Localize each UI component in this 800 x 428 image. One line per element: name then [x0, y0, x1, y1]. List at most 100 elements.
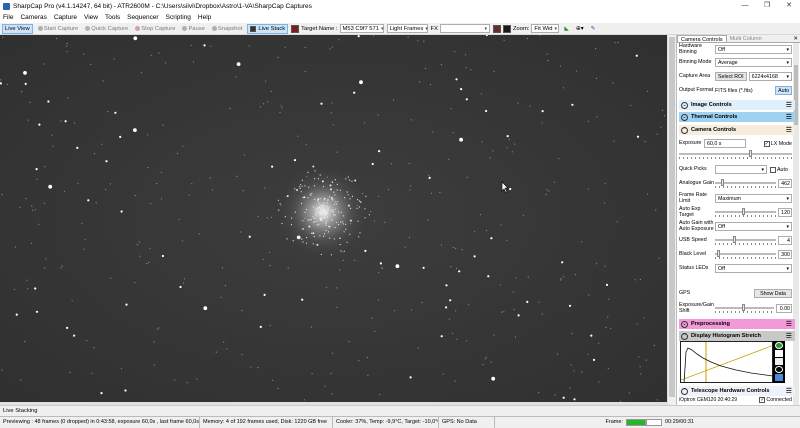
cluster-star	[308, 225, 311, 228]
star	[658, 257, 660, 259]
live-view-button[interactable]: Live View	[2, 23, 33, 34]
menu-cameras[interactable]: Cameras	[20, 14, 46, 21]
cluster-star	[357, 199, 359, 201]
target-name-input[interactable]: M53 C9f7 571 ▾	[339, 24, 384, 33]
stop-capture-button[interactable]: Stop Capture	[133, 24, 177, 34]
pause-button[interactable]: Pause	[180, 24, 206, 34]
capture-area-select[interactable]: 6224x4168 ▾	[748, 72, 792, 81]
slider-knob[interactable]	[742, 208, 746, 215]
menu-help[interactable]: Help	[198, 14, 211, 21]
select-roi-button[interactable]: Select ROI	[715, 72, 747, 81]
histogram-icon[interactable]: ◣	[562, 24, 570, 34]
menu-icon[interactable]: ☰	[786, 113, 792, 121]
star	[605, 283, 609, 286]
star	[43, 202, 46, 204]
move-icon[interactable]	[775, 358, 783, 365]
histogram-display[interactable]	[680, 341, 773, 383]
status-leds-select[interactable]: Off ▾	[715, 264, 792, 273]
frame-rate-select[interactable]: Maximum ▾	[715, 194, 792, 203]
snapshot-button[interactable]: Snapshot	[210, 24, 245, 34]
save-icon[interactable]	[775, 374, 783, 381]
menu-view[interactable]: View	[84, 14, 98, 21]
black-level-value[interactable]: 300	[778, 250, 792, 259]
analogue-gain-value[interactable]: 462	[778, 179, 792, 188]
live-stacking-strip[interactable]: Live Stacking	[0, 405, 800, 415]
cluster-star	[327, 207, 329, 209]
camera-controls-header[interactable]: ⌃ Camera Controls ☰	[679, 125, 795, 135]
auto-gain-select[interactable]: Off ▾	[715, 222, 792, 231]
live-stack-button[interactable]: Live Stack	[247, 23, 289, 34]
menu-sequencer[interactable]: Sequencer	[127, 14, 158, 21]
vertical-scrollbar[interactable]	[667, 35, 676, 405]
lx-mode-toggle[interactable]: ✓ LX Mode	[763, 140, 792, 147]
color-swatch-icon[interactable]	[502, 24, 511, 33]
usb-speed-slider[interactable]	[715, 236, 776, 245]
menu-scripting[interactable]: Scripting	[166, 14, 191, 21]
menu-icon[interactable]: ☰	[786, 332, 792, 340]
tab-camera-controls[interactable]: Camera Controls	[677, 35, 727, 43]
slider-knob[interactable]	[733, 236, 737, 243]
reticle-icon[interactable]	[291, 24, 300, 33]
quick-picks-select[interactable]: ▾	[715, 165, 767, 174]
exposure-slider[interactable]	[679, 150, 792, 159]
analogue-gain-slider[interactable]	[715, 179, 776, 188]
cluster-star	[302, 196, 304, 199]
image-controls-header[interactable]: ⌄ Image Controls ☰	[679, 100, 795, 110]
thermal-controls-header[interactable]: ⌄ Thermal Controls ☰	[679, 112, 795, 122]
restore-icon[interactable]: ❐	[756, 0, 778, 12]
color-swatch-icon[interactable]	[492, 24, 501, 33]
star	[113, 58, 115, 60]
start-capture-button[interactable]: Start Capture	[36, 24, 80, 34]
menu-icon[interactable]: ☰	[786, 101, 792, 109]
star	[186, 381, 188, 384]
frame-type-select[interactable]: Light Frames ▾	[386, 24, 428, 33]
panel-close-icon[interactable]: ✕	[790, 35, 800, 42]
exposure-input[interactable]: 60,0 s	[704, 139, 746, 148]
panel-scrollbar[interactable]	[793, 43, 799, 405]
exp-gain-shift-slider[interactable]	[715, 304, 774, 313]
image-viewport[interactable]	[0, 35, 667, 402]
auto-button[interactable]: Auto	[775, 86, 792, 95]
quick-capture-button[interactable]: Quick Capture	[83, 24, 130, 34]
zoom-select[interactable]: Fit Wid ▾	[531, 24, 560, 33]
black-level-slider[interactable]	[715, 250, 776, 259]
cluster-star	[340, 211, 342, 213]
slider-knob[interactable]	[716, 250, 720, 257]
star	[269, 265, 271, 267]
close-icon[interactable]: ✕	[778, 0, 800, 12]
slider-knob[interactable]	[742, 304, 746, 311]
zoom-in-icon[interactable]: ⊕▾	[574, 24, 586, 34]
star	[653, 344, 655, 346]
menu-icon[interactable]: ☰	[786, 320, 792, 328]
preprocessing-header[interactable]: ⌄ Preprocessing ☰	[679, 319, 795, 329]
star	[287, 267, 289, 269]
slider-knob[interactable]	[721, 179, 725, 186]
fx-select[interactable]: ▾	[439, 24, 490, 33]
cluster-star	[300, 191, 302, 193]
auto-exp-slider[interactable]	[715, 208, 776, 217]
hardware-binning-select[interactable]: Off ▾	[715, 45, 792, 54]
show-data-button[interactable]: Show Data	[754, 289, 792, 298]
scrollbar-thumb[interactable]	[669, 37, 675, 397]
menu-capture[interactable]: Capture	[54, 14, 77, 21]
minimize-icon[interactable]: —	[734, 0, 756, 12]
tools-icon[interactable]: ✎	[589, 24, 598, 34]
connected-toggle[interactable]: ✓ Connected	[759, 397, 792, 403]
tab-multi-column[interactable]: Multi Column	[727, 35, 765, 42]
contrast-icon[interactable]	[775, 350, 783, 357]
menu-icon[interactable]: ☰	[786, 387, 792, 395]
menu-tools[interactable]: Tools	[105, 14, 120, 21]
menu-file[interactable]: File	[3, 14, 13, 21]
usb-speed-value[interactable]: 4	[778, 236, 792, 245]
binning-mode-select[interactable]: Average ▾	[715, 58, 792, 67]
slider-knob[interactable]	[749, 150, 753, 157]
telescope-header[interactable]: ⌃ Telescope Hardware Controls ☰	[679, 386, 795, 396]
exp-gain-shift-value[interactable]: 0.00	[776, 304, 792, 313]
reset-icon[interactable]	[775, 366, 783, 373]
menu-icon[interactable]: ☰	[786, 126, 792, 134]
auto-exp-value[interactable]: 120	[778, 208, 792, 217]
checkbox-checked-icon: ✓	[759, 397, 766, 403]
histogram-header[interactable]: ⌃ Display Histogram Stretch ☰	[679, 331, 795, 341]
power-icon[interactable]	[775, 342, 783, 349]
quick-picks-auto-toggle[interactable]: Auto	[770, 166, 788, 173]
